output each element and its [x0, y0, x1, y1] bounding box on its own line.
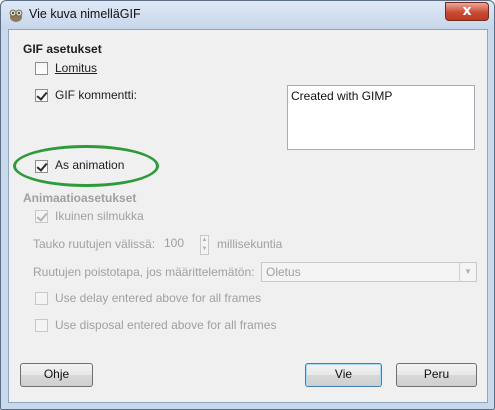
spin-down-icon[interactable]: ▼ — [201, 245, 208, 254]
interlace-label[interactable]: Lomitus — [55, 61, 97, 75]
frame-delay-unit: millisekuntia — [217, 237, 283, 251]
as-animation-checkbox[interactable] — [35, 160, 48, 173]
export-dialog-window: Vie kuva nimelläGIF x GIF asetukset Lomi… — [0, 0, 495, 410]
disposal-dropdown[interactable]: Oletus ▼ — [261, 262, 477, 282]
frame-delay-input[interactable]: 100 — [162, 236, 200, 253]
interlace-checkbox[interactable] — [35, 62, 48, 75]
gif-comment-checkbox[interactable] — [35, 89, 48, 102]
gif-comment-textarea[interactable]: Created with GIMP — [287, 85, 475, 150]
close-button[interactable]: x — [445, 2, 489, 21]
gif-settings-heading: GIF asetukset — [23, 42, 102, 56]
use-disposal-all-label[interactable]: Use disposal entered above for all frame… — [55, 318, 276, 332]
spin-up-icon[interactable]: ▲ — [201, 236, 208, 245]
disposal-label: Ruutujen poistotapa, jos määrittelemätön… — [33, 265, 255, 279]
close-icon: x — [462, 3, 472, 19]
title-bar[interactable]: Vie kuva nimelläGIF x — [1, 1, 494, 29]
frame-delay-spinner[interactable]: ▲ ▼ — [200, 235, 209, 255]
cancel-button[interactable]: Peru — [396, 363, 477, 387]
gif-comment-label[interactable]: GIF kommentti: — [55, 88, 137, 102]
gimp-icon — [9, 9, 23, 22]
use-disposal-all-checkbox[interactable] — [35, 319, 48, 332]
use-delay-all-checkbox[interactable] — [35, 292, 48, 305]
loop-forever-checkbox[interactable] — [35, 210, 48, 223]
disposal-value: Oletus — [266, 265, 301, 279]
window-title: Vie kuva nimelläGIF — [29, 7, 141, 21]
dialog-body: GIF asetukset Lomitus GIF kommentti: Cre… — [8, 29, 488, 403]
export-button[interactable]: Vie — [305, 363, 382, 387]
frame-delay-label: Tauko ruutujen välissä: — [33, 237, 156, 251]
animation-settings-heading: Animaatioasetukset — [23, 191, 137, 205]
chevron-down-icon[interactable]: ▼ — [459, 263, 476, 281]
help-button[interactable]: Ohje — [20, 363, 93, 387]
use-delay-all-label[interactable]: Use delay entered above for all frames — [55, 291, 261, 305]
loop-forever-label[interactable]: Ikuinen silmukka — [55, 209, 144, 223]
as-animation-label[interactable]: As animation — [55, 158, 124, 172]
